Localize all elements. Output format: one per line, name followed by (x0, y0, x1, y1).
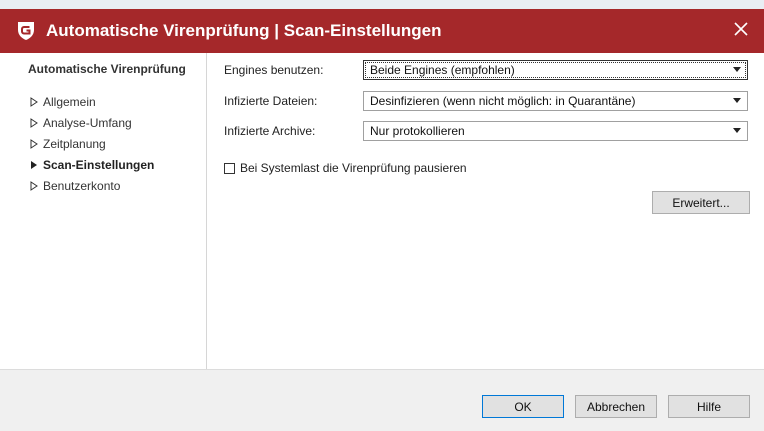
advanced-button-label: Erweitert... (672, 195, 730, 210)
chevron-down-icon (733, 128, 741, 133)
background-strip (0, 0, 764, 9)
help-button[interactable]: Hilfe (668, 395, 750, 418)
window-title: Automatische Virenprüfung | Scan-Einstel… (46, 21, 442, 40)
triangle-outline-icon (28, 180, 40, 192)
infected-files-select[interactable]: Desinfizieren (wenn nicht möglich: in Qu… (363, 91, 748, 111)
triangle-outline-icon (28, 96, 40, 108)
dialog-footer: OK Abbrechen Hilfe (0, 369, 764, 431)
infected-files-row: Infizierte Dateien: Desinfizieren (wenn … (224, 90, 752, 112)
cancel-button[interactable]: Abbrechen (575, 395, 657, 418)
infected-archives-select[interactable]: Nur protokollieren (363, 121, 748, 141)
nav-item-label: Scan-Einstellungen (43, 157, 155, 172)
close-button[interactable] (718, 9, 764, 53)
nav-item-zeitplanung[interactable]: Zeitplanung (28, 133, 154, 154)
pause-on-load-label: Bei Systemlast die Virenprüfung pausiere… (240, 161, 467, 175)
infected-archives-row: Infizierte Archive: Nur protokollieren (224, 120, 752, 142)
nav-item-allgemein[interactable]: Allgemein (28, 91, 154, 112)
nav-item-benutzerkonto[interactable]: Benutzerkonto (28, 175, 154, 196)
nav-list: Allgemein Analyse-Umfang Zeitplanung Sca… (28, 91, 154, 196)
nav-item-label: Benutzerkonto (43, 178, 121, 193)
triangle-filled-icon (28, 159, 40, 171)
cancel-button-label: Abbrechen (586, 399, 646, 414)
infected-files-select-value: Desinfizieren (wenn nicht möglich: in Qu… (370, 94, 636, 108)
settings-content: Engines benutzen: Beide Engines (empfohl… (224, 53, 754, 369)
engines-select-value: Beide Engines (empfohlen) (370, 63, 515, 77)
pause-on-load-checkbox-row[interactable]: Bei Systemlast die Virenprüfung pausiere… (224, 161, 467, 175)
nav-item-label: Allgemein (43, 94, 96, 109)
engines-row: Engines benutzen: Beide Engines (empfohl… (224, 59, 752, 81)
advanced-button[interactable]: Erweitert... (652, 191, 750, 214)
infected-archives-label: Infizierte Archive: (224, 124, 316, 138)
nav-item-analyse-umfang[interactable]: Analyse-Umfang (28, 112, 154, 133)
gdata-shield-icon (16, 20, 36, 42)
engines-label: Engines benutzen: (224, 63, 324, 77)
nav-item-label: Analyse-Umfang (43, 115, 132, 130)
title-bar: Automatische Virenprüfung | Scan-Einstel… (0, 9, 764, 53)
nav-item-scan-einstellungen[interactable]: Scan-Einstellungen (28, 154, 154, 175)
triangle-outline-icon (28, 117, 40, 129)
ok-button[interactable]: OK (482, 395, 564, 418)
pause-on-load-checkbox[interactable] (224, 162, 235, 174)
engines-select[interactable]: Beide Engines (empfohlen) (363, 60, 748, 80)
infected-archives-select-value: Nur protokollieren (370, 124, 465, 138)
ok-button-label: OK (514, 399, 532, 414)
infected-files-label: Infizierte Dateien: (224, 94, 318, 108)
settings-navigation: Automatische Virenprüfung Allgemein Anal… (0, 53, 207, 369)
nav-heading: Automatische Virenprüfung (28, 62, 186, 76)
chevron-down-icon (733, 98, 741, 103)
settings-dialog: Automatische Virenprüfung | Scan-Einstel… (0, 0, 764, 431)
close-icon (734, 21, 748, 41)
chevron-down-icon (733, 67, 741, 72)
triangle-outline-icon (28, 138, 40, 150)
nav-item-label: Zeitplanung (43, 136, 106, 151)
help-button-label: Hilfe (696, 399, 721, 414)
